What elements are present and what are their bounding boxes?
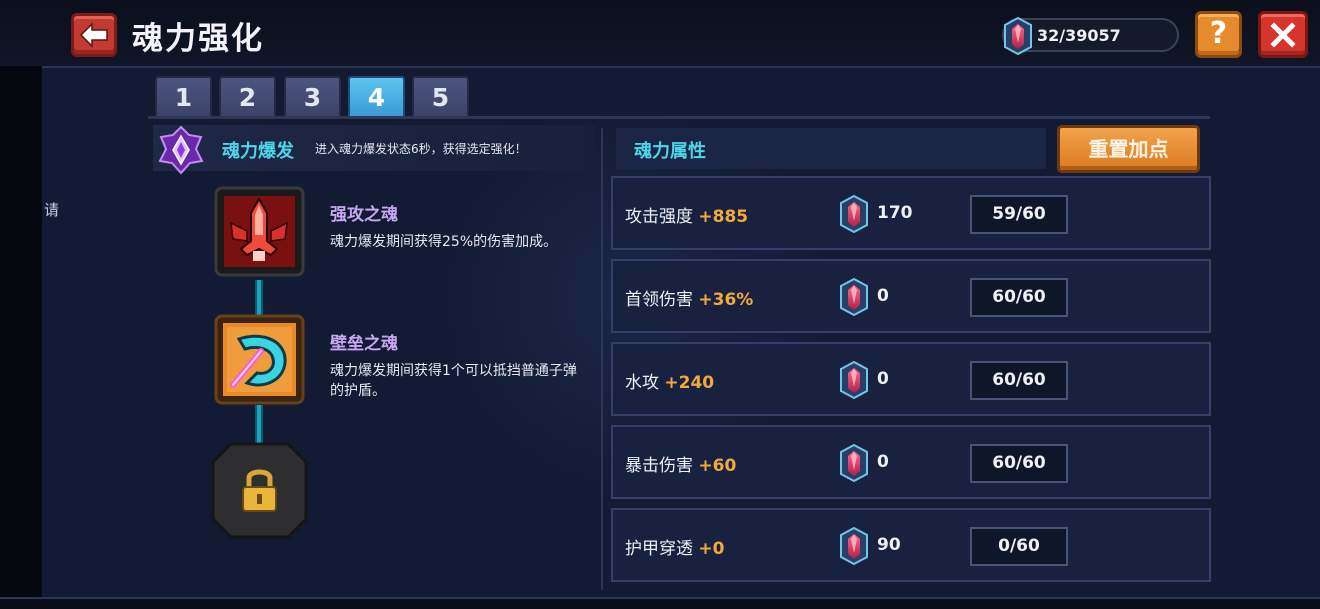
skill-description: 魂力爆发期间获得25%的伤害加成。 [330, 234, 558, 250]
attribute-cost: 170 [877, 203, 913, 223]
close-icon [1270, 21, 1296, 48]
tabs-underline [148, 116, 1210, 119]
attribute-row[interactable]: 攻击强度 +885 170 59/60 [611, 176, 1211, 250]
skill-node-strong-attack[interactable] [211, 183, 308, 280]
attribute-level-button[interactable]: 0/60 [970, 527, 1068, 566]
attribute-cost: 90 [877, 535, 901, 555]
soul-burst-description: 进入魂力爆发状态6秒，获得选定强化！ [315, 142, 527, 156]
soul-gem-icon [838, 527, 870, 565]
attribute-cost: 0 [877, 369, 889, 389]
soul-burst-title: 魂力爆发 [222, 141, 294, 162]
soul-gem-icon [838, 444, 870, 482]
attribute-bonus: +60 [698, 456, 737, 476]
attribute-bonus: +36% [698, 290, 754, 310]
soul-currency-value: 32/39057 [1037, 26, 1121, 45]
reset-points-button[interactable]: 重置加点 [1057, 125, 1200, 173]
tab-1[interactable]: 1 [155, 76, 212, 117]
attribute-label: 暴击伤害 +60 [625, 456, 737, 476]
soul-gem-icon [838, 361, 870, 399]
page-title: 魂力强化 [132, 21, 264, 57]
soul-gem-icon [838, 278, 870, 316]
arrow-left-icon [79, 22, 108, 48]
skill-connector [255, 405, 263, 445]
skill-description: 魂力爆发期间获得1个可以抵挡普通子弹的护盾。 [330, 363, 577, 399]
attribute-label: 攻击强度 +885 [625, 207, 749, 227]
skill-node-bulwark[interactable] [211, 311, 308, 408]
tab-4[interactable]: 4 [348, 76, 405, 117]
attribute-row[interactable]: 水攻 +240 0 60/60 [611, 342, 1211, 416]
soul-burst-icon [158, 125, 204, 175]
attribute-level-button[interactable]: 59/60 [970, 195, 1068, 234]
soul-gem-icon [838, 195, 870, 233]
attribute-cost: 0 [877, 452, 889, 472]
close-button[interactable] [1258, 11, 1308, 58]
attribute-bonus: +0 [698, 539, 725, 559]
skill-name: 强攻之魂 [330, 205, 398, 225]
attribute-row[interactable]: 护甲穿透 +0 90 0/60 [611, 508, 1211, 582]
attribute-level-button[interactable]: 60/60 [970, 361, 1068, 400]
attribute-row[interactable]: 暴击伤害 +60 0 60/60 [611, 425, 1211, 499]
attribute-row[interactable]: 首领伤害 +36% 0 60/60 [611, 259, 1211, 333]
tab-3[interactable]: 3 [284, 76, 341, 117]
bottom-border [0, 597, 1320, 609]
attributes-title: 魂力属性 [634, 141, 706, 162]
help-button[interactable]: ? [1195, 11, 1242, 58]
skill-node-locked[interactable] [211, 442, 308, 539]
side-hint-text: 请 [44, 201, 60, 219]
tab-2[interactable]: 2 [219, 76, 276, 117]
attribute-bonus: +240 [664, 373, 715, 393]
rocket-icon [214, 186, 305, 277]
attribute-label: 水攻 +240 [625, 373, 715, 393]
column-divider [601, 128, 603, 590]
attribute-level-button[interactable]: 60/60 [970, 444, 1068, 483]
attribute-label: 首领伤害 +36% [625, 290, 754, 310]
attribute-label: 护甲穿透 +0 [625, 539, 725, 559]
skill-name: 壁垒之魂 [330, 334, 398, 354]
soul-gem-icon [1000, 17, 1036, 55]
attribute-bonus: +885 [698, 207, 749, 227]
lock-icon [211, 442, 308, 539]
attribute-cost: 0 [877, 286, 889, 306]
back-button[interactable] [71, 13, 117, 57]
attribute-level-button[interactable]: 60/60 [970, 278, 1068, 317]
tab-5[interactable]: 5 [412, 76, 469, 117]
shield-boomerang-icon [214, 314, 305, 405]
